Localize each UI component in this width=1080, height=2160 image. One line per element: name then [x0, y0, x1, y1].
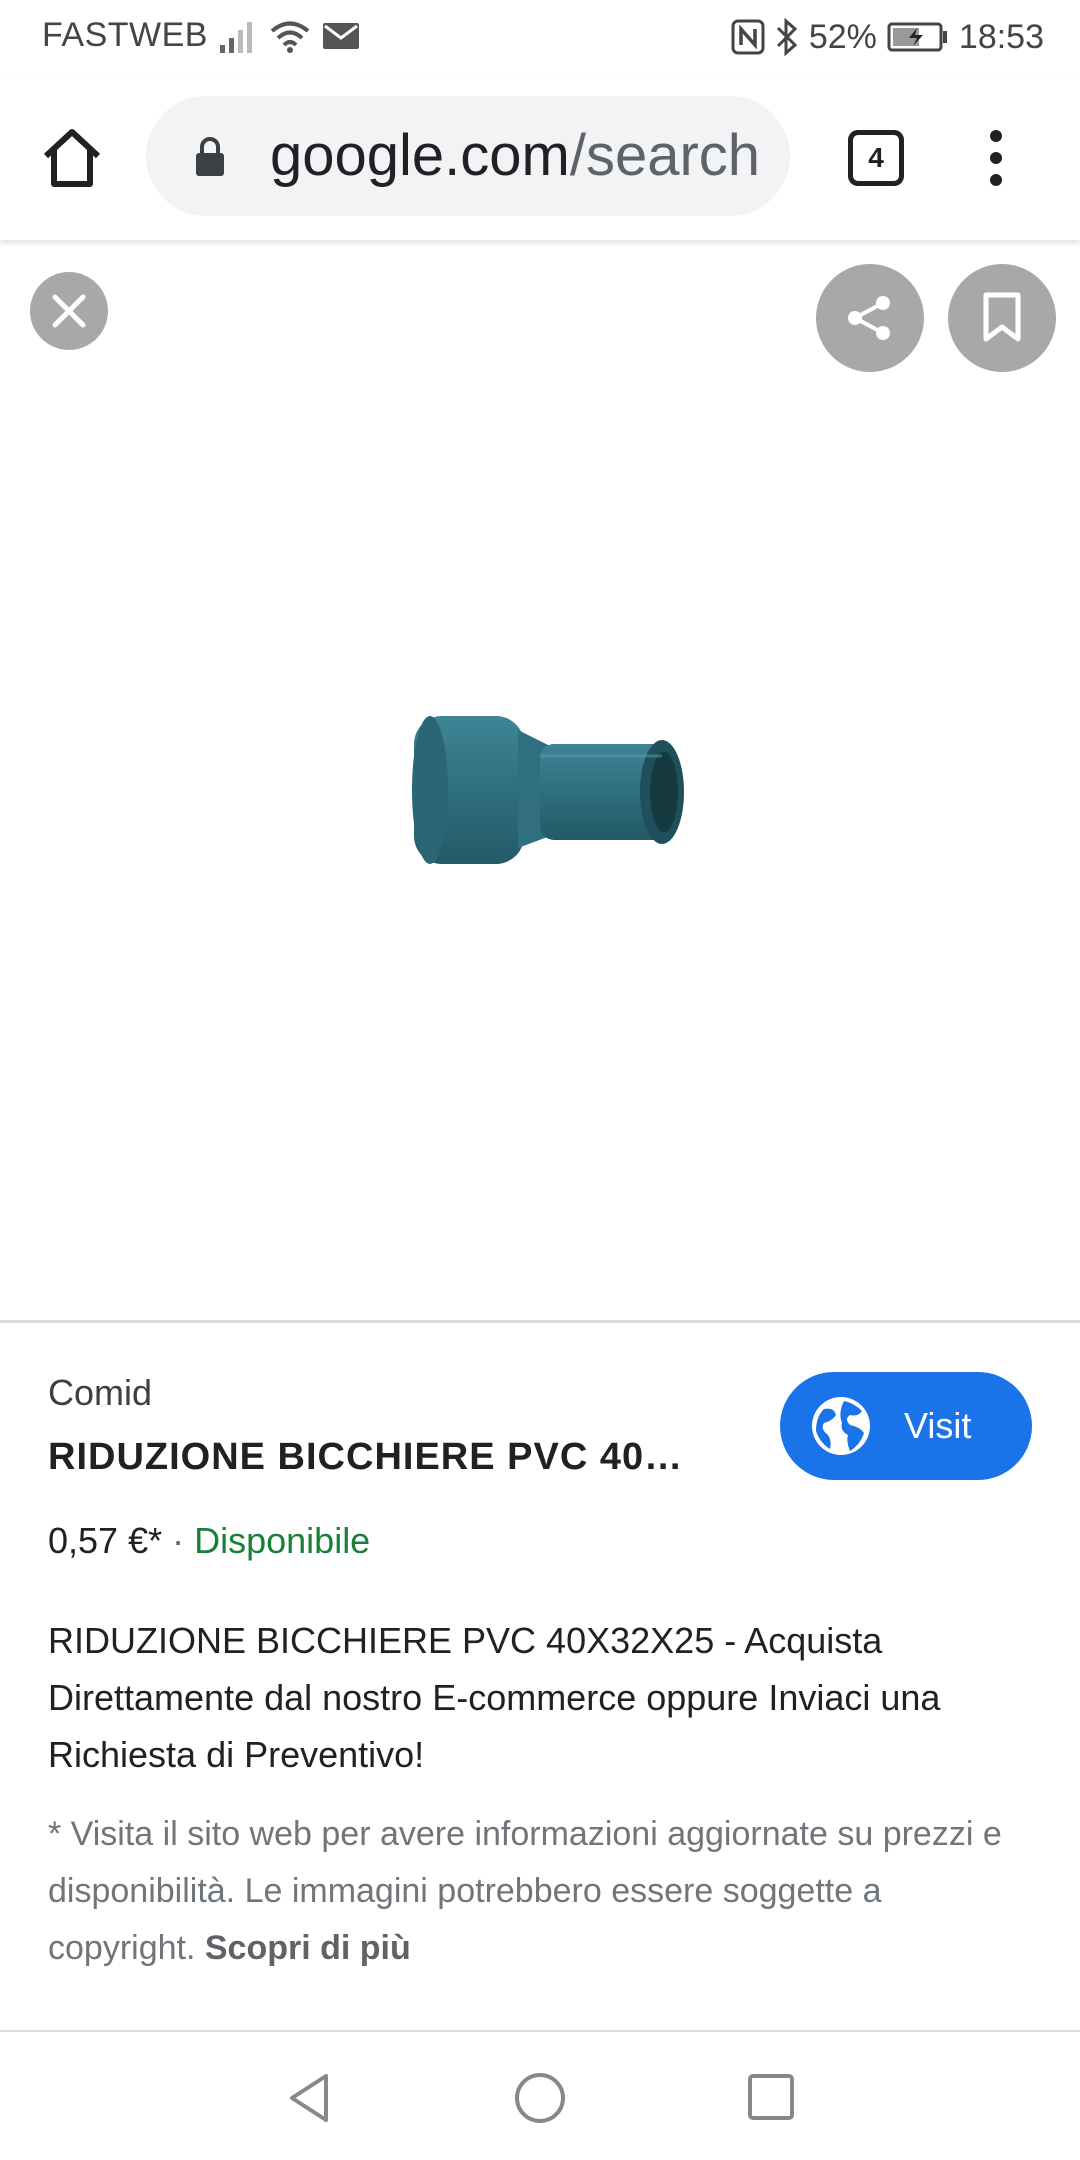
close-icon	[52, 294, 86, 328]
disclaimer-text: * Visita il sito web per avere informazi…	[48, 1815, 1002, 1967]
url-text[interactable]: google.com/search	[270, 122, 770, 189]
product-image[interactable]	[400, 670, 700, 890]
battery-charging-icon	[887, 22, 947, 52]
bluetooth-icon	[776, 18, 798, 56]
image-viewer	[0, 240, 1080, 1320]
clock: 18:53	[958, 17, 1044, 56]
wifi-icon	[270, 21, 310, 53]
tab-count: 4	[868, 142, 884, 173]
nfc-icon	[731, 19, 765, 55]
save-bookmark-button[interactable]	[948, 264, 1056, 372]
recent-apps-icon[interactable]	[744, 2070, 798, 2124]
overflow-menu-button[interactable]	[976, 128, 1016, 188]
home-button[interactable]	[36, 122, 108, 194]
omnibox[interactable]: google.com/search	[146, 96, 790, 216]
price: 0,57 €*	[48, 1520, 163, 1561]
home-icon	[43, 129, 101, 187]
visit-label: Visit	[904, 1405, 972, 1446]
url-path: /search	[569, 123, 761, 188]
bookmark-icon	[983, 292, 1021, 342]
more-vert-icon	[990, 130, 1002, 186]
status-icons-left	[218, 16, 360, 56]
product-description: RIDUZIONE BICCHIERE PVC 40X32X25 - Acqui…	[48, 1620, 941, 1775]
availability-status: Disponibile	[194, 1520, 371, 1561]
battery-percent: 52%	[808, 17, 877, 56]
status-bar: FASTWEB 52% 18:53	[0, 0, 1080, 76]
status-icons-right: 52% 18:53	[731, 16, 1044, 58]
learn-more-link[interactable]: Scopri di più	[205, 1929, 411, 1967]
source-site[interactable]: Comid	[48, 1372, 152, 1414]
visit-button[interactable]: Visit	[780, 1372, 1032, 1480]
browser-toolbar: google.com/search 4	[0, 76, 1080, 240]
globe-icon	[812, 1397, 870, 1455]
system-nav-bar	[0, 2032, 1080, 2160]
close-button[interactable]	[30, 272, 108, 350]
signal-icon	[220, 22, 252, 53]
panel-divider	[0, 1320, 1080, 1323]
mail-icon	[323, 23, 359, 49]
share-button[interactable]	[816, 264, 924, 372]
share-icon	[848, 296, 890, 340]
tab-switcher-button[interactable]: 4	[848, 130, 904, 186]
carrier-label: FASTWEB	[42, 16, 208, 54]
url-host: google.com	[270, 123, 570, 188]
lock-icon	[196, 137, 224, 176]
product-title[interactable]: RIDUZIONE BICCHIERE PVC 40…	[48, 1436, 683, 1479]
home-circle-icon[interactable]	[512, 2070, 568, 2126]
price-row: 0,57 €* · Disponibile	[48, 1520, 370, 1562]
disclaimer: * Visita il sito web per avere informazi…	[48, 1806, 1038, 1977]
back-icon[interactable]	[282, 2070, 338, 2126]
separator-dot: ·	[172, 1520, 185, 1561]
